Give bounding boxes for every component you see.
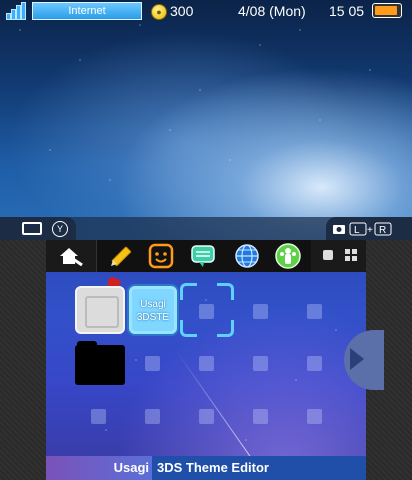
usagi-3dste-app-icon[interactable]: Usagi 3DSTE: [129, 286, 177, 334]
empty-slot[interactable]: [145, 409, 160, 424]
view-toggle[interactable]: [311, 240, 366, 272]
empty-slot[interactable]: [253, 356, 268, 371]
connection-label: Internet: [32, 2, 142, 20]
single-view-icon[interactable]: [323, 250, 333, 260]
app-label-line1: Usagi: [140, 299, 166, 310]
empty-slot[interactable]: [199, 356, 214, 371]
selection-cursor: [180, 283, 234, 337]
grid-view-icon[interactable]: [345, 249, 357, 261]
pencil-icon[interactable]: [108, 243, 134, 269]
people-icon[interactable]: [275, 243, 301, 269]
empty-slot[interactable]: [307, 304, 322, 319]
time-label: 15 05: [329, 3, 365, 19]
app-label-line2: 3DSTE: [136, 312, 170, 323]
empty-slot[interactable]: [253, 409, 268, 424]
svg-text:+: +: [367, 225, 373, 236]
camera-l-r-icon: L + R: [332, 222, 394, 239]
svg-text:L: L: [354, 225, 360, 236]
face-icon[interactable]: [148, 243, 174, 269]
svg-text:R: R: [379, 225, 386, 236]
game-card-icon[interactable]: [75, 286, 125, 334]
star-field: [0, 0, 412, 240]
empty-slot[interactable]: [307, 356, 322, 371]
signal-strength-icon: [6, 2, 28, 20]
empty-slot[interactable]: [307, 409, 322, 424]
top-screen: [0, 0, 412, 240]
house-wrench-icon: [60, 248, 83, 267]
empty-slot[interactable]: [145, 356, 160, 371]
battery-icon: [372, 3, 402, 18]
theme-author: Usagi: [113, 460, 149, 475]
play-coin-icon: ●: [151, 4, 167, 20]
camera-icon: [22, 222, 42, 235]
empty-slot[interactable]: [91, 409, 106, 424]
arrow-right-icon: [350, 348, 364, 370]
home-settings-button[interactable]: [46, 240, 97, 272]
y-button-icon: Y: [52, 221, 68, 237]
status-bar: Internet ● 300 4/08 (Mon) 15 05: [0, 0, 412, 24]
coin-count: 300: [170, 3, 194, 19]
theme-title: 3DS Theme Editor: [157, 460, 269, 475]
folder-icon[interactable]: [75, 341, 125, 385]
date-label: 4/08 (Mon): [238, 3, 306, 19]
empty-slot[interactable]: [199, 409, 214, 424]
empty-slot[interactable]: [253, 304, 268, 319]
chat-icon[interactable]: [190, 243, 216, 269]
globe-icon[interactable]: [234, 243, 260, 269]
